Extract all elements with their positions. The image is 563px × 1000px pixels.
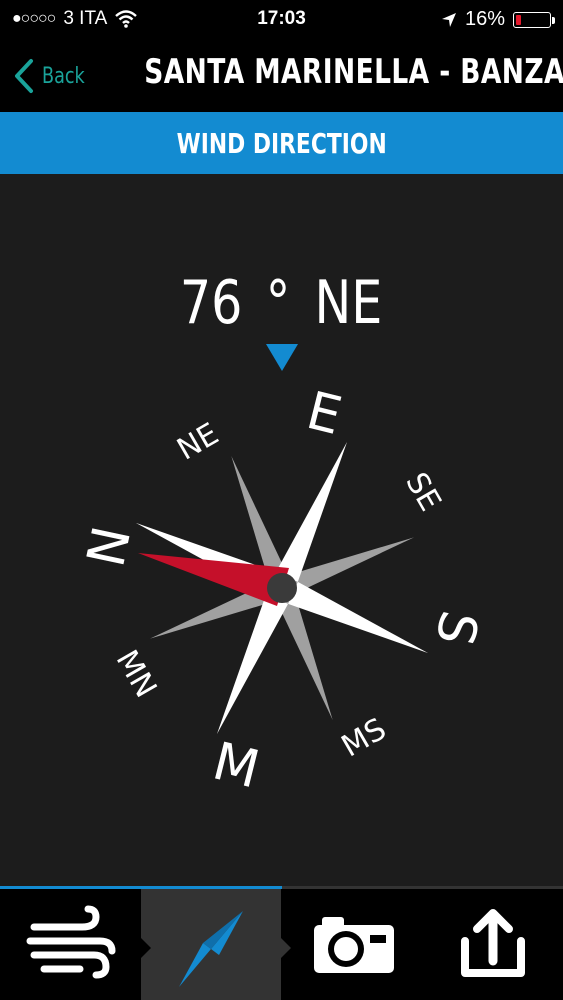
back-label: Back (42, 63, 85, 89)
tab-camera[interactable] (282, 889, 422, 1000)
chevron-left-icon (15, 59, 33, 93)
section-title: WIND DIRECTION (176, 126, 387, 160)
compass-label-ne: NE (171, 416, 224, 467)
wind-direction-reading: 76 ° NE (0, 268, 563, 338)
compass-hub (267, 573, 297, 603)
status-bar: ●○○○○ 3 ITA 17:03 16% (0, 0, 563, 38)
camera-icon (314, 917, 394, 973)
tab-share[interactable] (423, 889, 563, 1000)
tab-compass[interactable] (141, 889, 291, 1000)
back-button[interactable]: Back (12, 56, 95, 96)
direction-pointer-icon (266, 344, 298, 371)
tab-bar (0, 886, 563, 1000)
battery-level (516, 14, 521, 25)
share-icon (461, 909, 525, 977)
battery-icon (513, 11, 555, 28)
wind-direction-label: NE (314, 268, 383, 338)
wind-degrees: 76 (179, 268, 243, 338)
compass-label-e: E (301, 381, 347, 447)
compass-label-se: SE (398, 467, 447, 517)
battery-percent: 16% (464, 8, 505, 30)
tab-wind[interactable] (0, 889, 140, 1000)
compass-label-ms: MS (336, 712, 392, 765)
status-right: 16% (441, 8, 555, 31)
tab-pointer-left (141, 938, 151, 958)
section-header: WIND DIRECTION (0, 112, 563, 174)
navigation-bar: Back SANTA MARINELLA - BANZAI (0, 38, 563, 112)
wind-icon (26, 905, 116, 979)
degree-symbol: ° (265, 268, 291, 338)
compass-label-s: S (423, 606, 489, 651)
compass-label-n: N (73, 521, 140, 572)
compass-label-mn: MN (109, 644, 163, 703)
page-title: SANTA MARINELLA - BANZAI (144, 52, 563, 92)
compass-label-m: M (207, 731, 265, 800)
location-arrow-icon (441, 12, 456, 27)
compass-icon (179, 911, 243, 987)
